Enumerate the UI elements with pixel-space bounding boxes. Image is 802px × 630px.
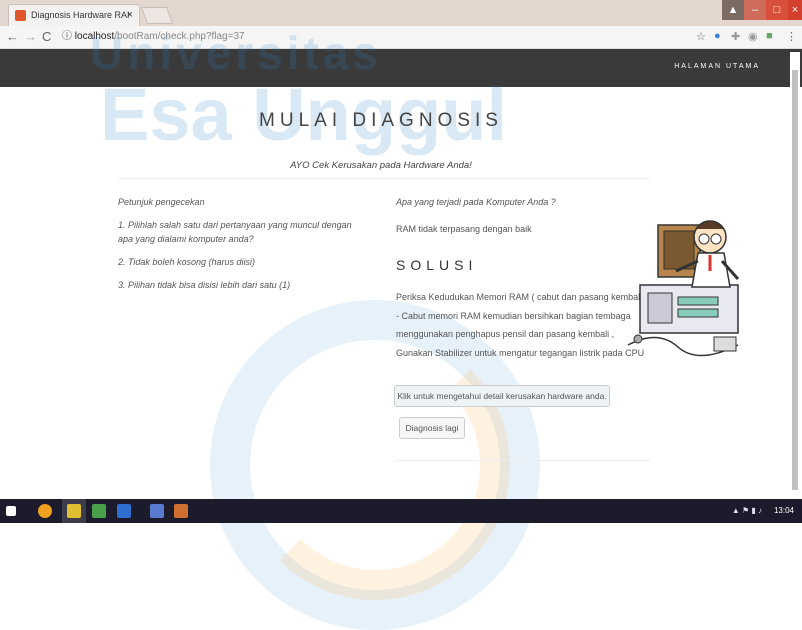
divider: [118, 178, 650, 179]
tab-close-icon[interactable]: ×: [127, 9, 133, 21]
minimize-button[interactable]: –: [744, 0, 766, 20]
watermark-logo: [240, 330, 510, 600]
menu-kebab-icon[interactable]: ⋮: [786, 30, 797, 43]
solution-text: Periksa Kedudukan Memori RAM ( cabut dan…: [396, 292, 646, 358]
new-tab-button[interactable]: [140, 7, 174, 24]
nav-home-link[interactable]: HALAMAN UTAMA: [674, 63, 760, 70]
os-taskbar: ▲ ⚑ ▮ ♪ 13:04: [0, 499, 802, 523]
tab-title: Diagnosis Hardware RAI: [31, 10, 130, 20]
scrollbar-thumb[interactable]: [792, 70, 798, 490]
reload-icon[interactable]: C: [42, 29, 51, 44]
folder-taskbar-icon[interactable]: [67, 504, 81, 518]
result-panel: Apa yang terjadi pada Komputer Anda ? RA…: [396, 195, 646, 362]
app-taskbar-icon[interactable]: [92, 504, 106, 518]
instructions-heading: Petunjuk pengecekan: [118, 197, 205, 207]
browser-titlebar: Diagnosis Hardware RAI × ▲ – □ ×: [0, 0, 802, 26]
technician-illustration: [627, 220, 740, 357]
word-taskbar-icon[interactable]: [117, 504, 131, 518]
forward-arrow-icon[interactable]: →: [24, 29, 37, 44]
start-windows-icon[interactable]: [6, 506, 16, 516]
browser-toolbar: ← → C ⓘ localhost/bootRam/check.php?flag…: [0, 26, 802, 49]
diagnose-again-button[interactable]: Diagnosis lagi: [399, 417, 465, 439]
taskbar-clock: 13:04: [773, 506, 794, 515]
back-arrow-icon[interactable]: ←: [6, 29, 19, 44]
page-title: MULAI DIAGNOSIS: [259, 110, 503, 131]
extension-icon[interactable]: ◉: [748, 30, 758, 43]
detail-button[interactable]: Klik untuk mengetahui detail kerusakan h…: [394, 385, 610, 407]
app-taskbar-icon[interactable]: [174, 504, 188, 518]
site-navbar: HALAMAN UTAMA: [0, 49, 802, 87]
extension-icon[interactable]: ■: [766, 30, 773, 42]
close-window-button[interactable]: ×: [788, 0, 802, 20]
instruction-item: 1. Pilihlah salah satu dari pertanyaan y…: [118, 220, 352, 244]
result-answer: RAM tidak terpasang dengan baik: [396, 224, 532, 234]
extension-icon[interactable]: ●: [714, 30, 721, 42]
favicon-icon: [15, 10, 26, 21]
bookmark-star-icon[interactable]: ☆: [696, 30, 706, 43]
restore-button[interactable]: □: [766, 0, 788, 20]
system-tray-icons[interactable]: ▲ ⚑ ▮ ♪: [732, 506, 762, 515]
chrome-taskbar-icon[interactable]: [38, 504, 52, 518]
solution-heading: SOLUSI: [396, 257, 478, 273]
instruction-item: 2. Tidak boleh kosong (harus diisi): [118, 257, 255, 267]
browser-tab[interactable]: Diagnosis Hardware RAI ×: [8, 4, 140, 26]
info-icon[interactable]: ⓘ: [62, 31, 72, 42]
instruction-item: 3. Pilihan tidak bisa disisi lebih dari …: [118, 280, 291, 290]
instructions-panel: Petunjuk pengecekan 1. Pilihlah salah sa…: [118, 195, 368, 301]
url-path: /bootRam/check.php?flag=37: [114, 31, 245, 42]
address-bar[interactable]: ⓘ localhost/bootRam/check.php?flag=37: [62, 28, 245, 46]
url-host: localhost: [74, 31, 115, 42]
page-subtitle: AYO Cek Kerusakan pada Hardware Anda!: [290, 160, 472, 171]
user-profile-button[interactable]: ▲: [722, 0, 744, 20]
extension-icon[interactable]: ✚: [731, 30, 740, 43]
app-taskbar-icon[interactable]: [150, 504, 164, 518]
divider: [396, 460, 650, 461]
result-question: Apa yang terjadi pada Komputer Anda ?: [396, 197, 556, 207]
